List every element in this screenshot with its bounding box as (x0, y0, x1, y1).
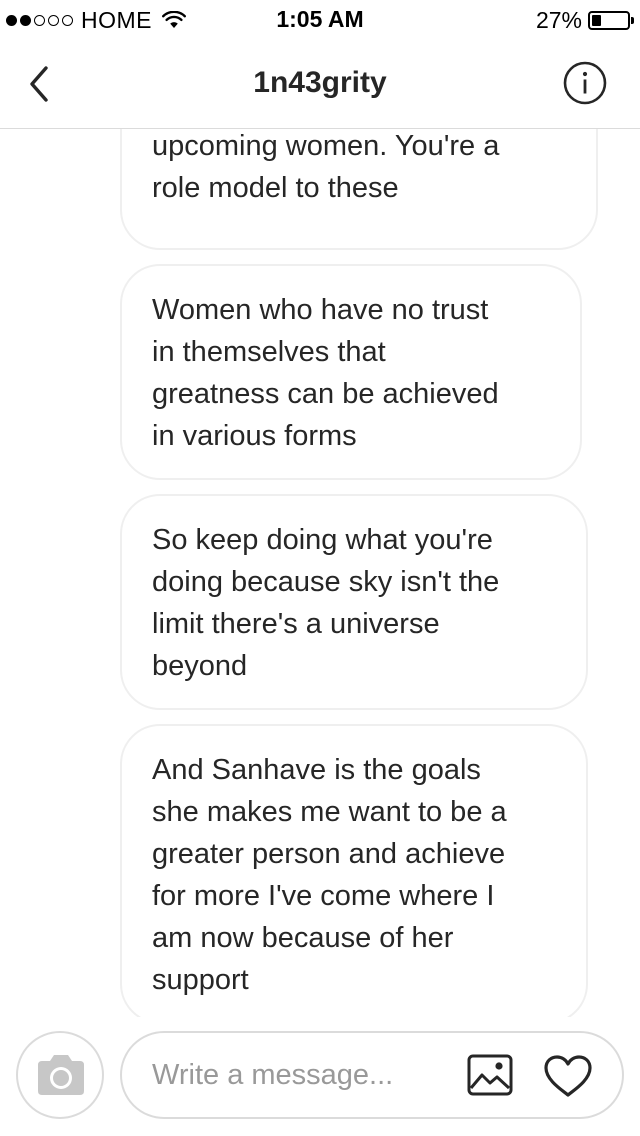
info-button[interactable] (562, 60, 608, 106)
camera-icon (38, 1055, 84, 1095)
message-bubble[interactable]: And Sanhave is the goals she makes me wa… (120, 724, 588, 1017)
message-bubble[interactable]: So keep doing what you're doing because … (120, 494, 588, 710)
heart-icon (544, 1055, 592, 1097)
image-gallery-icon (467, 1054, 513, 1096)
battery-percent: 27% (535, 6, 582, 33)
like-button[interactable] (542, 1053, 594, 1099)
conversation-header: 1n43grity (0, 40, 640, 129)
gallery-button[interactable] (466, 1053, 514, 1097)
message-bubble[interactable]: life while motivating upcoming women. Yo… (120, 129, 598, 250)
status-right: 27% (535, 6, 634, 34)
direct-message-screen: HOME 1:05 AM 27% 1n43grity upcoming wome… (0, 0, 640, 1136)
battery-fill (592, 14, 601, 26)
message-bubble[interactable]: Women who have no trust in themselves th… (120, 264, 582, 480)
message-composer (0, 1017, 640, 1136)
message-list[interactable]: life while motivating upcoming women. Yo… (0, 129, 640, 1017)
info-circle-icon (563, 61, 607, 105)
message-input[interactable] (152, 1033, 452, 1117)
battery-tip (631, 16, 634, 24)
status-bar: HOME 1:05 AM 27% (0, 0, 640, 40)
message-input-box[interactable] (120, 1031, 624, 1119)
battery-icon (588, 10, 634, 30)
conversation-title[interactable]: 1n43grity (0, 66, 640, 100)
camera-button[interactable] (16, 1031, 104, 1119)
